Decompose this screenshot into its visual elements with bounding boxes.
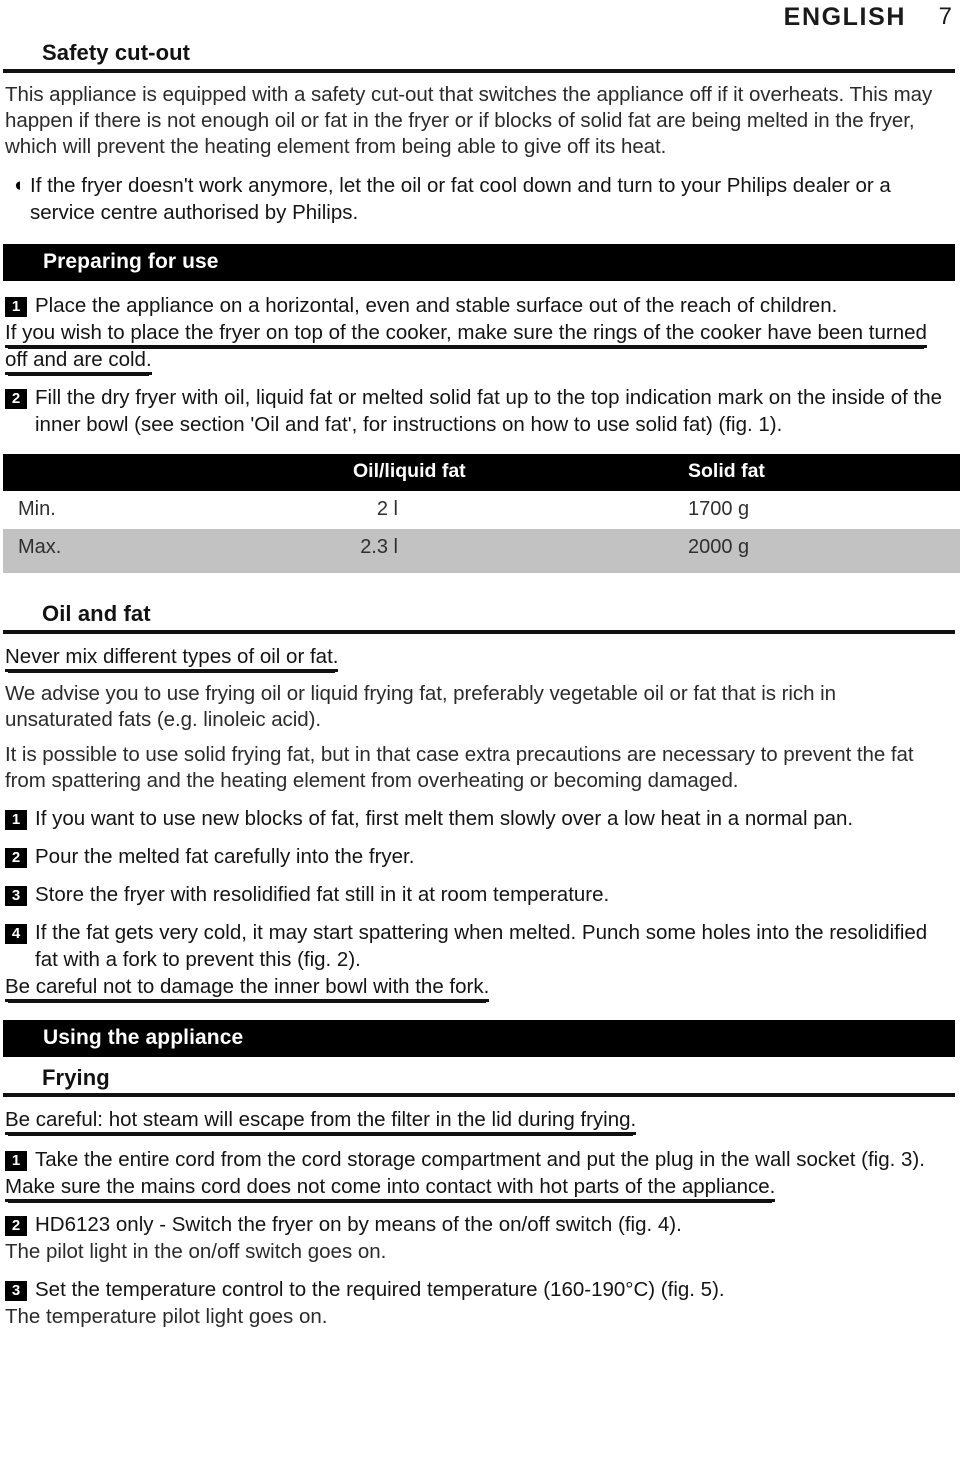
table-row: Max. 2.3 l 2000 g xyxy=(3,529,960,573)
step-number: 2 xyxy=(5,848,27,868)
list-item: 2 Fill the dry fryer with oil, liquid fa… xyxy=(0,384,960,438)
step-note: Make sure the mains cord does not come i… xyxy=(0,1173,960,1202)
step-text: Store the fryer with resolidified fat st… xyxy=(35,883,610,906)
step-text: Pour the melted fat carefully into the f… xyxy=(35,845,415,868)
step-number: 1 xyxy=(5,1151,27,1171)
step-text: Place the appliance on a horizontal, eve… xyxy=(35,294,838,317)
list-item: 1 Take the entire cord from the cord sto… xyxy=(0,1146,960,1173)
step-number: 3 xyxy=(5,886,27,906)
row-solid-value: 1700 g xyxy=(688,498,750,520)
arrow-bullet-icon: ◖ xyxy=(12,175,24,196)
step-text: Take the entire cord from the cord stora… xyxy=(35,1148,925,1171)
oil-and-fat-warning: Never mix different types of oil or fat. xyxy=(0,644,960,672)
table-row: Min. 2 l 1700 g xyxy=(3,491,960,529)
step-number: 2 xyxy=(5,389,27,409)
column-header-oil: Oil/liquid fat xyxy=(338,454,673,491)
table-body: Min. 2 l 1700 g Max. 2.3 l 2000 g xyxy=(3,491,960,573)
step-number: 2 xyxy=(5,1216,27,1236)
row-label: Max. xyxy=(3,529,338,573)
heading-rule-oil-and-fat xyxy=(3,630,955,634)
step-text: Fill the dry fryer with oil, liquid fat … xyxy=(35,386,943,436)
step-text: Set the temperature control to the requi… xyxy=(35,1278,725,1301)
list-item: 3 Set the temperature control to the req… xyxy=(0,1276,960,1303)
step-text: If you want to use new blocks of fat, fi… xyxy=(35,807,854,830)
row-label: Min. xyxy=(18,498,56,520)
step-note: The pilot light in the on/off switch goe… xyxy=(5,1240,387,1263)
step-text: HD6123 only - Switch the fryer on by mea… xyxy=(35,1213,682,1236)
document-page: ENGLISH 7 Safety cut-out This appliance … xyxy=(0,0,960,1466)
oil-and-fat-paragraph-2: It is possible to use solid frying fat, … xyxy=(5,743,914,792)
row-solid-value: 2000 g xyxy=(673,529,960,573)
step-note: If you wish to place the fryer on top of… xyxy=(0,319,960,375)
oil-and-fat-paragraph-1: We advise you to use frying oil or liqui… xyxy=(5,682,836,731)
list-item: 2 HD6123 only - Switch the fryer on by m… xyxy=(0,1211,960,1238)
step-text: If the fat gets very cold, it may start … xyxy=(35,921,928,971)
table-header: Oil/liquid fat Solid fat xyxy=(3,454,960,491)
banner-using-the-appliance: Using the appliance xyxy=(3,1020,955,1057)
heading-safety-cut-out: Safety cut-out xyxy=(42,40,191,65)
step-number: 1 xyxy=(5,297,27,317)
safety-cutout-paragraph: This appliance is equipped with a safety… xyxy=(5,83,933,158)
heading-rule-safety xyxy=(3,69,955,73)
oil-and-fat-warning-text: Never mix different types of oil or fat. xyxy=(5,645,339,672)
safety-cutout-bullet-text: If the fryer doesn't work anymore, let t… xyxy=(30,174,891,224)
heading-oil-and-fat: Oil and fat xyxy=(42,601,151,626)
list-item: ◖ If the fryer doesn't work anymore, let… xyxy=(0,172,960,226)
oil-value-text: 2.3 l xyxy=(360,536,398,558)
step-note-text: If you wish to place the fryer on top of… xyxy=(5,321,927,375)
oil-value-text: 2 l xyxy=(376,498,398,520)
column-header-solid: Solid fat xyxy=(673,454,960,491)
frying-warning-text: Be careful: hot steam will escape from t… xyxy=(5,1108,637,1135)
heading-frying: Frying xyxy=(42,1065,110,1090)
language-label: ENGLISH xyxy=(783,2,906,31)
step-number: 3 xyxy=(5,1281,27,1301)
oil-and-fat-closing-warning-text: Be careful not to damage the inner bowl … xyxy=(5,975,490,1002)
list-item: 4 If the fat gets very cold, it may star… xyxy=(0,919,960,973)
running-header: ENGLISH 7 xyxy=(0,0,960,34)
column-header-label xyxy=(3,454,338,491)
step-note: The temperature pilot light goes on. xyxy=(5,1305,328,1328)
row-oil-value: 2 l xyxy=(338,491,673,529)
capacity-table: Oil/liquid fat Solid fat Min. 2 l 1700 g… xyxy=(3,454,960,573)
table-header-row: Oil/liquid fat Solid fat xyxy=(3,454,960,491)
row-oil-value: 2.3 l xyxy=(338,529,673,573)
list-item: 2 Pour the melted fat carefully into the… xyxy=(0,843,960,870)
list-item: 1 If you want to use new blocks of fat, … xyxy=(0,805,960,832)
heading-rule-frying xyxy=(3,1093,955,1097)
oil-and-fat-closing-warning: Be careful not to damage the inner bowl … xyxy=(0,973,960,1002)
step-number: 1 xyxy=(5,810,27,830)
frying-warning: Be careful: hot steam will escape from t… xyxy=(0,1107,960,1135)
list-item: 3 Store the fryer with resolidified fat … xyxy=(0,881,960,908)
page-content: Safety cut-out This appliance is equippe… xyxy=(0,34,960,1330)
banner-preparing-for-use: Preparing for use xyxy=(3,244,955,281)
step-note-text: Make sure the mains cord does not come i… xyxy=(5,1175,776,1202)
list-item: 1 Place the appliance on a horizontal, e… xyxy=(0,292,960,319)
step-number: 4 xyxy=(5,924,27,944)
page-number: 7 xyxy=(938,3,952,30)
